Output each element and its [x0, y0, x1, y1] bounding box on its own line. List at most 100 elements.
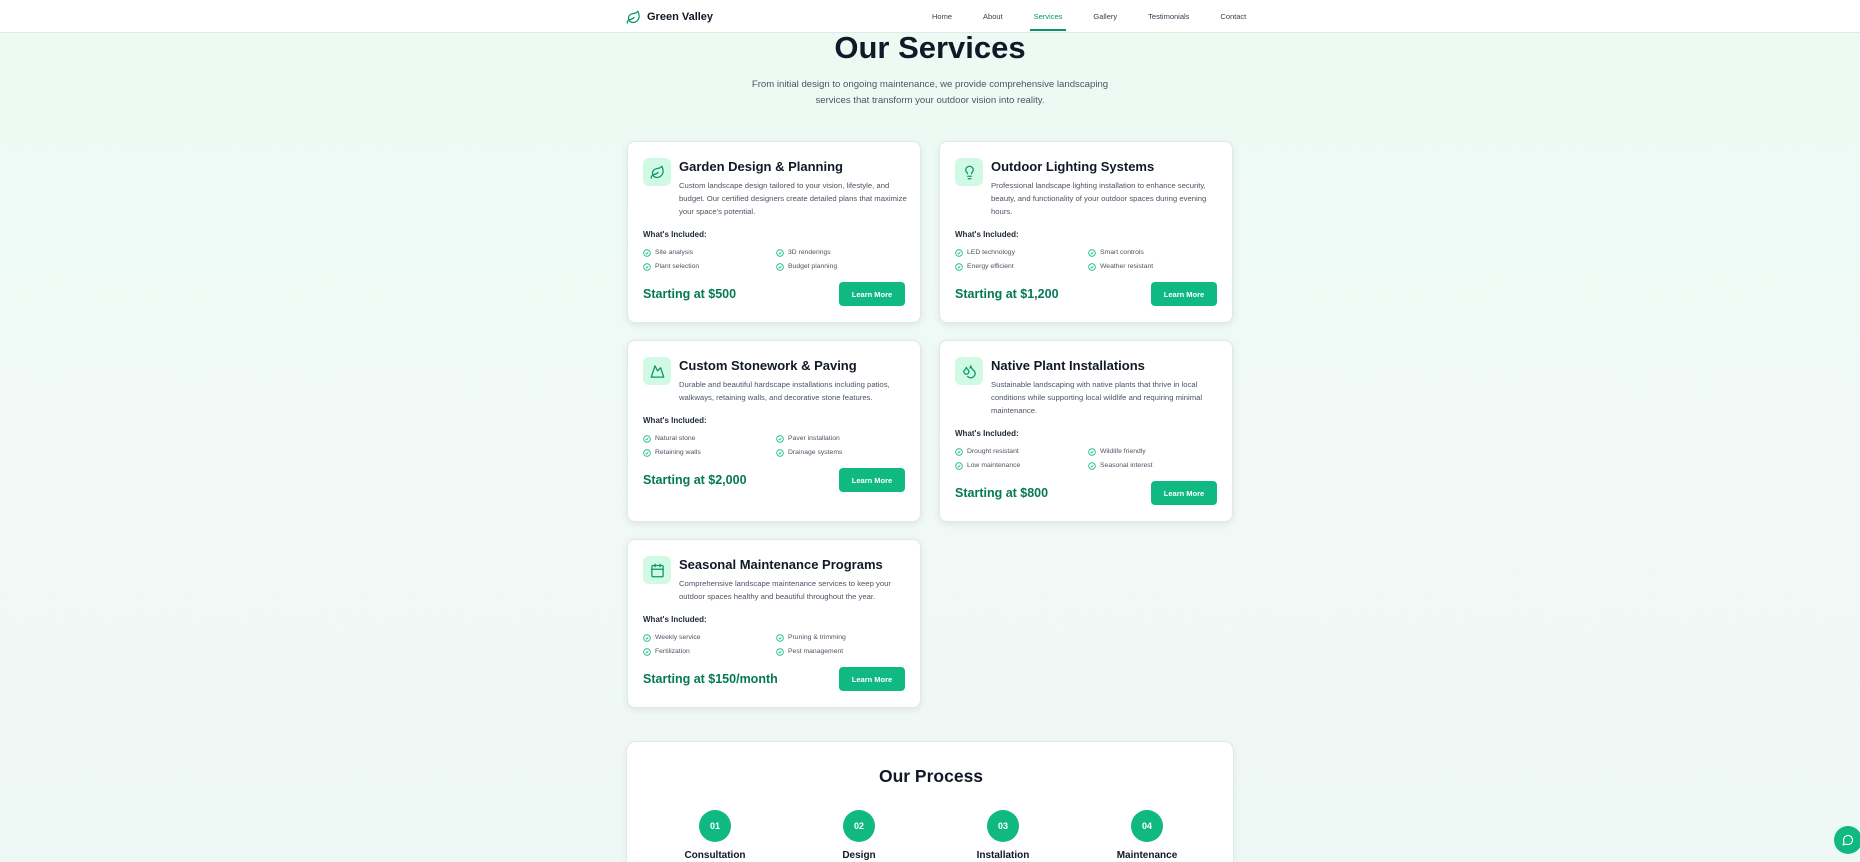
step-number: 02 [843, 810, 875, 842]
check-circle-icon [776, 248, 784, 257]
service-card-outdoor-lighting: Outdoor Lighting Systems Professional la… [939, 141, 1233, 323]
check-circle-icon [955, 447, 963, 456]
feature-item: 3D renderings [776, 248, 909, 257]
check-circle-icon [776, 262, 784, 271]
included-label: What's Included: [643, 416, 707, 425]
card-description: Durable and beautiful hardscape installa… [679, 380, 890, 402]
learn-more-button[interactable]: Learn More [839, 667, 905, 691]
feature-item: Fertilization [643, 647, 776, 656]
brand-name: Green Valley [647, 11, 714, 23]
check-circle-icon [643, 262, 651, 271]
nav-link-services[interactable]: Services [1029, 8, 1067, 31]
feature-list: Drought resistant Wildlife friendly Low … [955, 447, 1221, 470]
card-description: Custom landscape design tailored to your… [679, 181, 907, 216]
card-title: Custom Stonework & Paving [679, 358, 857, 373]
nav-link-home[interactable]: Home [930, 8, 954, 25]
feature-item: LED technology [955, 248, 1088, 257]
card-description: Comprehensive landscape maintenance serv… [679, 579, 891, 601]
process-step: 01 Consultation [665, 810, 765, 861]
feature-list: Site analysis 3D renderings Plant select… [643, 248, 909, 271]
feature-item: Plant selection [643, 262, 776, 271]
leaf-icon [626, 10, 640, 24]
feature-item: Retaining walls [643, 448, 776, 457]
nav-link-testimonials[interactable]: Testimonials [1146, 8, 1191, 25]
page-title: Our Services [834, 30, 1026, 65]
included-label: What's Included: [643, 230, 707, 239]
check-circle-icon [955, 248, 963, 257]
card-icon-wrap [643, 158, 671, 186]
learn-more-button[interactable]: Learn More [839, 468, 905, 492]
check-circle-icon [955, 262, 963, 271]
feature-list: Weekly service Pruning & trimming Fertil… [643, 633, 909, 656]
nav-links: Home About Services Gallery Testimonials… [930, 0, 1275, 33]
check-circle-icon [1088, 447, 1096, 456]
chat-button[interactable] [1834, 826, 1860, 854]
step-name: Installation [976, 850, 1030, 861]
process-step: 04 Maintenance [1097, 810, 1197, 861]
nav-link-about[interactable]: About [981, 8, 1005, 25]
card-title: Outdoor Lighting Systems [991, 159, 1155, 174]
calendar-icon [650, 563, 664, 577]
process-step: 02 Design [809, 810, 909, 861]
learn-more-button[interactable]: Learn More [839, 282, 905, 306]
included-label: What's Included: [955, 429, 1019, 438]
included-label: What's Included: [955, 230, 1019, 239]
service-card-garden-design: Garden Design & Planning Custom landscap… [627, 141, 921, 323]
feature-item: Site analysis [643, 248, 776, 257]
included-label: What's Included: [643, 615, 707, 624]
brand-logo[interactable]: Green Valley [626, 8, 713, 26]
learn-more-button[interactable]: Learn More [1151, 282, 1217, 306]
nav-link-contact[interactable]: Contact [1218, 8, 1248, 25]
card-description: Sustainable landscaping with native plan… [991, 380, 1203, 415]
check-circle-icon [776, 434, 784, 443]
feature-item: Smart controls [1088, 248, 1221, 257]
check-circle-icon [776, 633, 784, 642]
droplets-icon [962, 364, 976, 378]
check-circle-icon [1088, 461, 1096, 470]
card-title: Native Plant Installations [991, 358, 1145, 373]
feature-item: Natural stone [643, 434, 776, 443]
lightbulb-icon [964, 165, 974, 179]
learn-more-button[interactable]: Learn More [1151, 481, 1217, 505]
step-number: 04 [1131, 810, 1163, 842]
service-card-native-plants: Native Plant Installations Sustainable l… [939, 340, 1233, 522]
card-price: Starting at $2,000 [643, 473, 747, 487]
card-price: Starting at $150/month [643, 672, 778, 686]
step-number: 01 [699, 810, 731, 842]
card-icon-wrap [955, 158, 983, 186]
top-navbar: Green Valley Home About Services Gallery… [0, 0, 1860, 33]
feature-item: Budget planning [776, 262, 909, 271]
service-card-seasonal-maintenance: Seasonal Maintenance Programs Comprehens… [627, 539, 921, 708]
check-circle-icon [643, 647, 651, 656]
feature-item: Energy efficient [955, 262, 1088, 271]
process-step: 03 Installation [953, 810, 1053, 861]
check-circle-icon [1088, 248, 1096, 257]
step-number: 03 [987, 810, 1019, 842]
check-circle-icon [643, 248, 651, 257]
card-description: Professional landscape lighting installa… [991, 181, 1207, 216]
mountain-icon [650, 364, 664, 378]
nav-link-gallery[interactable]: Gallery [1091, 8, 1119, 25]
feature-item: Weather resistant [1088, 262, 1221, 271]
feature-item: Paver installation [776, 434, 909, 443]
card-title: Garden Design & Planning [679, 159, 843, 174]
step-name: Design [842, 850, 876, 861]
card-icon-wrap [643, 556, 671, 584]
card-icon-wrap [955, 357, 983, 385]
feature-item: Pruning & trimming [776, 633, 909, 642]
feature-item: Wildlife friendly [1088, 447, 1221, 456]
card-price: Starting at $500 [643, 287, 737, 301]
check-circle-icon [776, 647, 784, 656]
feature-item: Weekly service [643, 633, 776, 642]
card-icon-wrap [643, 357, 671, 385]
check-circle-icon [1088, 262, 1096, 271]
check-circle-icon [776, 448, 784, 457]
step-name: Consultation [684, 850, 746, 861]
message-circle-icon [1842, 835, 1853, 846]
leaf-icon [650, 165, 664, 179]
feature-list: LED technology Smart controls Energy eff… [955, 248, 1221, 271]
feature-list: Natural stone Paver installation Retaini… [643, 434, 909, 457]
check-circle-icon [955, 461, 963, 470]
process-section: Our Process 01 Consultation 02 Design 03… [626, 741, 1234, 862]
page-subtitle: From initial design to ongoing maintenan… [751, 79, 1109, 106]
